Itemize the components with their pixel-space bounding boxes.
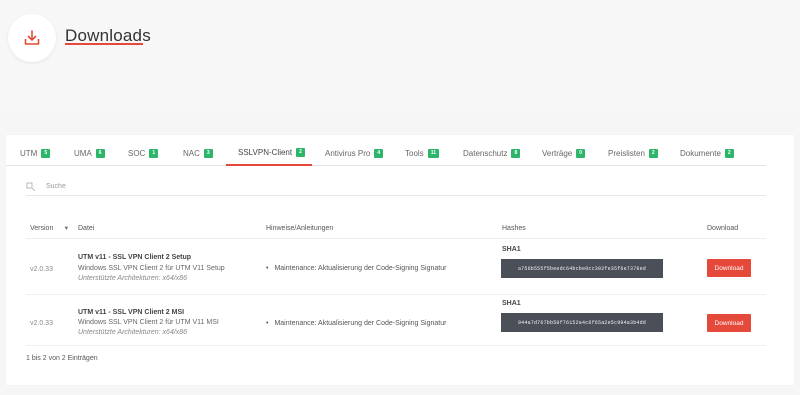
- version-cell: v2.0.33: [30, 266, 53, 273]
- download-tray-icon: [24, 30, 40, 45]
- file-architectures: Unterstützte Architekturen: x64/x86: [78, 329, 188, 336]
- tab-tools[interactable]: Tools 11: [405, 140, 439, 166]
- tab-label: NAC: [183, 148, 200, 158]
- row-divider: [26, 345, 766, 346]
- tab-count-badge: 0: [576, 148, 586, 158]
- file-architectures: Unterstützte Architekturen: x64/x86: [78, 275, 188, 282]
- search-input[interactable]: [46, 183, 346, 190]
- file-description: Windows SSL VPN Client 2 für UTM V11 Set…: [78, 265, 225, 272]
- file-title: UTM v11 - SSL VPN Client 2 Setup: [78, 254, 192, 261]
- tab-uma[interactable]: UMA 6: [74, 140, 105, 166]
- download-button[interactable]: Download: [707, 259, 751, 277]
- tab-utm[interactable]: UTM 5: [20, 140, 51, 166]
- table-info: 1 bis 2 von 2 Einträgen: [26, 355, 98, 362]
- tab-label: UTM: [20, 148, 38, 158]
- tab-count-badge: 11: [427, 148, 439, 158]
- download-button[interactable]: Download: [707, 314, 751, 332]
- bullet-icon: •: [266, 265, 269, 272]
- column-header-hinweise[interactable]: Hinweise/Anleitungen: [266, 225, 333, 232]
- tab-count-badge: 5: [41, 148, 51, 158]
- file-title: UTM v11 - SSL VPN Client 2 MSI: [78, 309, 185, 316]
- hint-text: Maintenance: Aktualisierung der Code-Sig…: [274, 320, 447, 327]
- row-divider: [26, 294, 766, 295]
- hint-text: Maintenance: Aktualisierung der Code-Sig…: [274, 265, 447, 272]
- tab-label: SOC: [128, 148, 146, 158]
- hash-value: a756b555f5beedc64bcbe0cc302fe35f6e7378ed: [501, 259, 663, 278]
- category-tabs: UTM 5 UMA 6 SOC 1 NAC 3 SSLVPN-Client 2 Antiv…: [6, 140, 766, 166]
- tab-nac[interactable]: NAC 3: [183, 140, 213, 166]
- tab-label: UMA: [74, 148, 92, 158]
- tab-soc[interactable]: SOC 1: [128, 140, 159, 166]
- tab-label: Tools: [405, 148, 424, 158]
- table-header-divider: [26, 238, 766, 239]
- tab-dokumente[interactable]: Dokumente 2: [680, 140, 734, 166]
- tab-preislisten[interactable]: Preislisten 2: [608, 140, 658, 166]
- search-bar: [26, 178, 766, 196]
- column-header-hashes[interactable]: Hashes: [502, 225, 526, 232]
- version-cell: v2.0.33: [30, 320, 53, 327]
- column-header-datei[interactable]: Datei: [78, 225, 94, 232]
- column-header-version[interactable]: Version ▼: [30, 225, 69, 232]
- page-header: Downloads: [0, 0, 800, 110]
- tab-label: Datenschutz: [463, 148, 508, 158]
- tab-count-badge: 2: [724, 148, 734, 158]
- bullet-icon: •: [266, 320, 269, 327]
- tab-label: Preislisten: [608, 148, 645, 158]
- tab-vertraege[interactable]: Verträge 0: [542, 140, 586, 166]
- hash-type-label: SHA1: [502, 300, 521, 307]
- hash-value: 944a7d767bb50f76152a4c6f65a2e5c994a3b4dd: [501, 313, 663, 332]
- tab-count-badge: 8: [511, 148, 521, 158]
- tab-antivirus-pro[interactable]: Antivirus Pro 4: [325, 140, 384, 166]
- tab-label: SSLVPN-Client: [238, 147, 293, 157]
- tab-count-badge: 4: [374, 148, 384, 158]
- tab-sslvpn-client[interactable]: SSLVPN-Client 2: [226, 140, 312, 166]
- file-description: Windows SSL VPN Client 2 für UTM V11 MSI: [78, 319, 219, 326]
- title-underline: [65, 43, 143, 45]
- tab-count-badge: 6: [95, 148, 105, 158]
- download-logo: [8, 14, 56, 62]
- tab-datenschutz[interactable]: Datenschutz 8: [463, 140, 521, 166]
- tab-count-badge: 2: [296, 147, 305, 157]
- tab-count-badge: 3: [203, 148, 213, 158]
- tab-label: Verträge: [542, 148, 573, 158]
- column-header-label: Version: [30, 225, 54, 232]
- tab-count-badge: 2: [648, 148, 658, 158]
- hint-item: • Maintenance: Aktualisierung der Code-Si…: [266, 320, 446, 327]
- column-header-download[interactable]: Download: [707, 225, 738, 232]
- tab-label: Antivirus Pro: [325, 148, 371, 158]
- search-icon: [26, 182, 36, 191]
- tab-count-badge: 1: [149, 148, 159, 158]
- tab-label: Dokumente: [680, 148, 721, 158]
- sort-desc-icon: ▼: [63, 226, 70, 232]
- hint-item: • Maintenance: Aktualisierung der Code-Si…: [266, 265, 446, 272]
- hash-type-label: SHA1: [502, 246, 521, 253]
